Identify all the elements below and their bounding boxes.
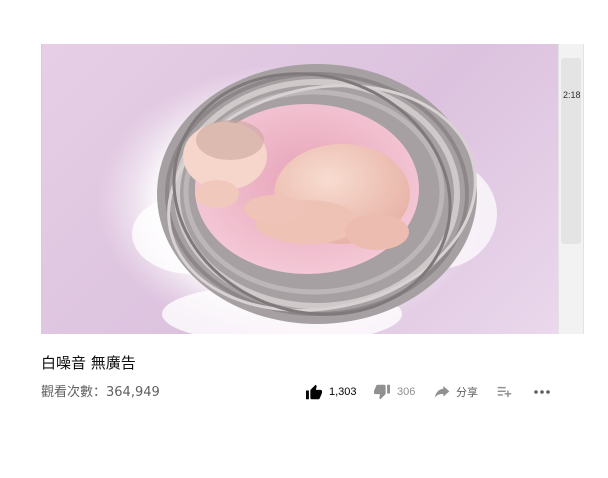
add-to-playlist-icon [497, 386, 512, 398]
video-player[interactable] [41, 44, 558, 334]
more-actions-button[interactable] [534, 382, 550, 402]
more-horizontal-icon [534, 390, 550, 394]
video-frame [97, 64, 497, 334]
view-count: 觀看次數：364,949 [41, 385, 160, 400]
thumbs-up-icon [306, 384, 322, 400]
dislike-button[interactable]: 306 [373, 382, 415, 402]
share-label: 分享 [456, 387, 478, 399]
share-button[interactable]: 分享 [434, 382, 478, 402]
up-next-sidebar[interactable]: 2:18 [558, 44, 584, 334]
video-title: 白噪音 無廣告 [41, 354, 136, 372]
up-next-duration: 2:18 [563, 90, 581, 100]
thumbs-down-icon [374, 384, 390, 400]
save-to-playlist-button[interactable] [497, 382, 513, 402]
scroll-track[interactable] [561, 58, 581, 244]
dislike-count: 306 [397, 386, 416, 398]
like-count: 1,303 [329, 386, 357, 398]
share-arrow-icon [434, 386, 450, 398]
like-button[interactable]: 1,303 [305, 382, 357, 402]
